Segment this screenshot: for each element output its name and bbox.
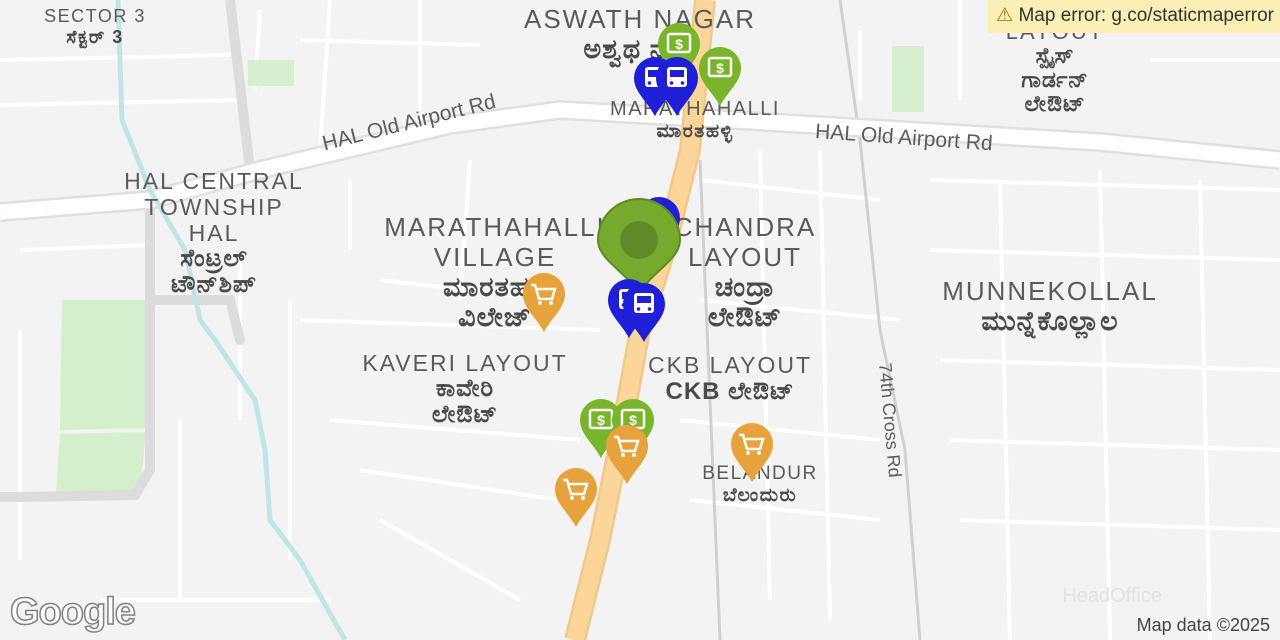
warning-icon: ⚠ — [996, 5, 1014, 26]
hal-central-kn-2: ಟೌನ್‌ಶಿಪ್ — [170, 271, 258, 298]
spices-layout-kn-1: ಸ್ಪೈಸ್ — [1035, 43, 1075, 68]
shopping-cart-marker[interactable] — [729, 422, 775, 484]
map-error-banner[interactable]: ⚠ Map error: g.co/staticmaperror — [988, 0, 1280, 33]
atm-marker[interactable]: $ — [697, 46, 743, 108]
ckb-layout-label: CKB LAYOUT CKB ಲೇಔಟ್ — [630, 352, 830, 406]
shopping-cart-marker[interactable] — [604, 424, 650, 486]
bus-stop-marker[interactable] — [654, 56, 700, 118]
bus-stop-marker[interactable] — [621, 282, 667, 344]
ckb-layout-en: CKB LAYOUT — [648, 352, 812, 378]
google-logo: Google — [9, 590, 136, 634]
kaveri-layout-kn-2: ಲೇಔಟ್ — [431, 401, 499, 428]
hal-central-en-1: HAL CENTRAL — [124, 168, 304, 194]
map-error-text: Map error: g.co/staticmaperror — [1018, 5, 1274, 26]
hal-central-township-label: HAL CENTRAL TOWNSHIP HAL ಸೆಂಟ್ರಲ್ ಟೌನ್‌ಶ… — [94, 168, 334, 298]
kaveri-layout-en: KAVERI LAYOUT — [362, 350, 568, 376]
belandur-kn: ಬೆಲಂದುರು — [722, 485, 798, 506]
watermark: HeadOffice — [1062, 585, 1162, 607]
shopping-cart-marker[interactable] — [553, 467, 599, 529]
sector-3-kn: ಸೆಕ್ಟರ್ 3 — [66, 27, 124, 47]
kaveri-layout-label: KAVERI LAYOUT ಕಾವೇರಿ ಲೇಔಟ್ — [340, 350, 590, 428]
svg-text:$: $ — [716, 60, 724, 76]
hal-central-kn-1: ಸೆಂಟ್ರಲ್ — [180, 245, 248, 272]
marathahalli-village-kn-2: ವಿಲೇಜ್ — [458, 302, 532, 332]
munnekollal-kn: ಮುನ್ನೆಕೊಲ್ಲಾಲ — [981, 306, 1119, 336]
map[interactable]: SECTOR 3 ಸೆಕ್ಟರ್ 3 ASWATH NAGAR ಅಶ್ವಥ ನಗ… — [0, 0, 1280, 640]
chandra-layout-kn-2: ಲೇಔಟ್ — [707, 302, 783, 332]
munnekollal-label: MUNNEKOLLAL ಮುನ್ನೆಕೊಲ್ಲಾಲ — [910, 276, 1190, 336]
aswath-nagar-en: ASWATH NAGAR — [523, 4, 756, 34]
hal-central-en-2: TOWNSHIP — [144, 194, 284, 220]
sector-3-en: SECTOR 3 — [44, 6, 146, 26]
spices-garden-layout-label: LAYOUT ಸ್ಪೈಸ್ ಗಾರ್ಡನ್ ಲೇಔಟ್ — [980, 20, 1130, 116]
kaveri-layout-kn-1: ಕಾವೇರಿ — [435, 375, 495, 402]
sector-3-label: SECTOR 3 ಸೆಕ್ಟರ್ 3 — [20, 6, 170, 48]
map-attribution[interactable]: Map data ©2025 — [1137, 615, 1270, 636]
aswath-nagar-label: ASWATH NAGAR ಅಶ್ವಥ ನಗರ — [470, 4, 810, 64]
spices-layout-kn-3: ಲೇಔಟ್ — [1024, 91, 1086, 116]
shopping-cart-marker[interactable] — [521, 272, 567, 334]
hal-central-en-3: HAL — [188, 220, 240, 246]
svg-text:$: $ — [675, 36, 683, 52]
munnekollal-en: MUNNEKOLLAL — [942, 276, 1158, 306]
ckb-layout-kn: CKB ಲೇಔಟ್ — [665, 378, 795, 405]
marathahalli-kn: ಮಾರತಹಳ್ಳಿ — [656, 121, 734, 142]
spices-layout-kn-2: ಗಾರ್ಡನ್ — [1021, 67, 1089, 92]
